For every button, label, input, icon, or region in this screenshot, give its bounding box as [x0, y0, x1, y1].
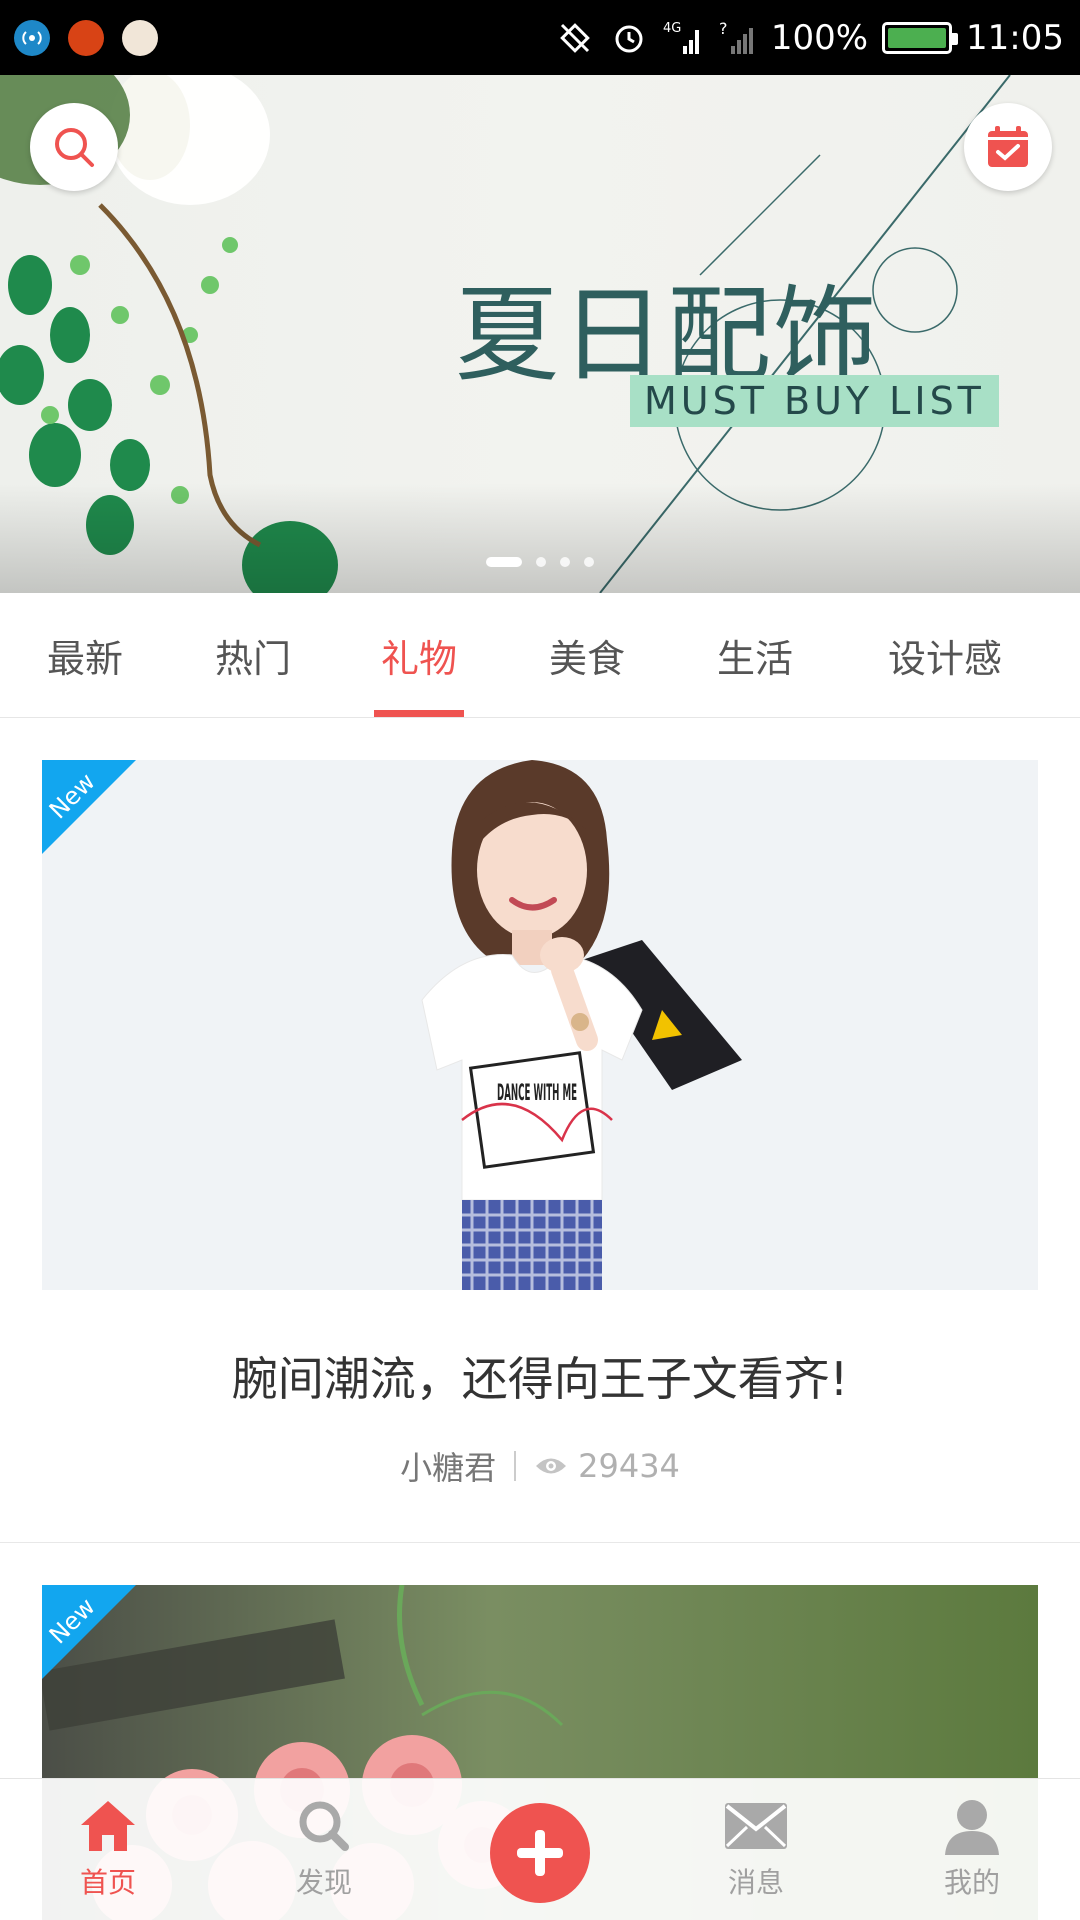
app-badge-icon-2 [122, 20, 158, 56]
tab-life[interactable]: 生活 [700, 593, 810, 718]
article-photo: DANCE WITH ME [42, 760, 1038, 1290]
bottom-navigation: 首页 发现 消息 我的 [0, 1778, 1080, 1920]
banner-fade [0, 483, 1080, 593]
battery-icon [882, 21, 959, 54]
category-tabs: 最新 热门 礼物 美食 生活 设计感 [0, 593, 1080, 718]
calendar-check-icon [988, 126, 1028, 167]
svg-text:?: ? [719, 19, 728, 38]
battery-percent: 100% [770, 17, 869, 58]
article-card[interactable]: DANCE WITH ME New 腕间潮流，还得向王子文看齐! 小糖君 294… [0, 718, 1080, 1542]
plus-icon [517, 1830, 563, 1876]
system-status: 4G ? 100% 11:05 [555, 0, 1064, 75]
wifi-hotspot-icon [14, 20, 50, 56]
carousel-dot[interactable] [560, 557, 570, 567]
article-title[interactable]: 腕间潮流，还得向王子文看齐! [0, 1343, 1080, 1409]
tab-latest[interactable]: 最新 [30, 593, 140, 718]
person-icon [945, 1800, 999, 1855]
tab-gifts[interactable]: 礼物 [364, 593, 474, 718]
view-count-value: 29434 [578, 1447, 680, 1485]
status-bar: 4G ? 100% 11:05 [0, 0, 1080, 75]
signal-4g-icon: 4G [663, 18, 703, 58]
article-author[interactable]: 小糖君 [400, 1443, 496, 1489]
eye-icon [536, 1458, 567, 1474]
view-count: 29434 [534, 1447, 680, 1485]
article-image: DANCE WITH ME New [42, 760, 1038, 1290]
nav-profile-label: 我的 [943, 1866, 1000, 1899]
tab-hot[interactable]: 热门 [198, 593, 308, 718]
tab-food[interactable]: 美食 [532, 593, 642, 718]
create-post-button[interactable] [490, 1803, 590, 1903]
tab-design[interactable]: 设计感 [870, 593, 1020, 718]
signal-empty-icon: ? [717, 18, 757, 58]
search-button[interactable] [30, 103, 118, 191]
search-icon [55, 128, 94, 167]
alarm-icon [609, 18, 649, 58]
new-badge: New [42, 1585, 136, 1679]
carousel-dot[interactable] [584, 557, 594, 567]
nav-messages[interactable]: 消息 [676, 1779, 836, 1920]
nav-messages-label: 消息 [727, 1866, 784, 1899]
shirt-print-text: DANCE WITH ME [497, 1081, 577, 1106]
banner-carousel[interactable]: 夏日配饰 MUST BUY LIST [0, 75, 1080, 593]
mail-icon [725, 1803, 787, 1849]
article-meta: 小糖君 29434 [0, 1443, 1080, 1489]
clock: 11:05 [966, 17, 1064, 58]
tab-indicator [374, 710, 464, 717]
carousel-indicator [0, 557, 1080, 567]
carousel-dot[interactable] [536, 557, 546, 567]
nav-discover[interactable]: 发现 [244, 1779, 404, 1920]
new-badge: New [42, 760, 136, 854]
nav-home[interactable]: 首页 [28, 1779, 188, 1920]
notification-icons [14, 20, 158, 56]
app-badge-icon [68, 20, 104, 56]
home-icon [81, 1801, 135, 1851]
carousel-dot-active[interactable] [486, 557, 522, 567]
meta-separator [514, 1451, 517, 1481]
calendar-button[interactable] [964, 103, 1052, 191]
nav-home-label: 首页 [79, 1866, 136, 1899]
svg-text:4G: 4G [663, 21, 681, 36]
nav-discover-label: 发现 [295, 1866, 352, 1899]
rotate-lock-icon [555, 18, 595, 58]
nav-profile[interactable]: 我的 [892, 1779, 1052, 1920]
search-icon [299, 1801, 349, 1851]
banner-subtitle: MUST BUY LIST [630, 375, 999, 427]
